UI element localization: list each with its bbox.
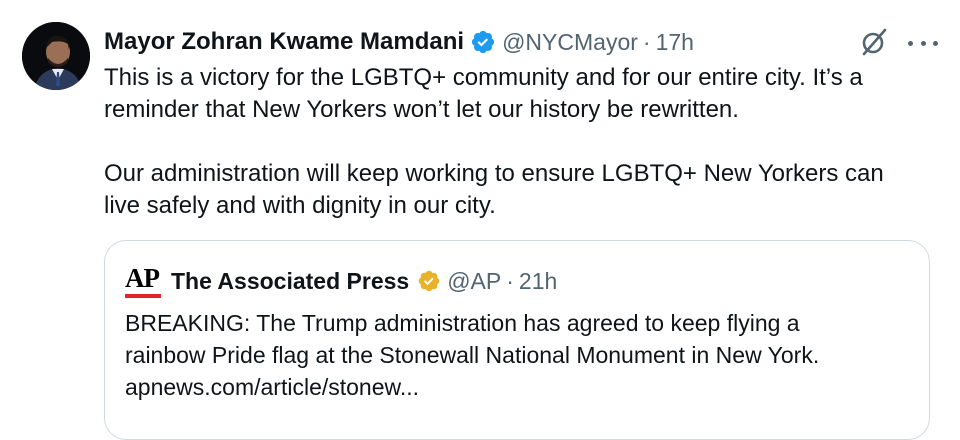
author-handle[interactable]: @NYCMayor bbox=[502, 29, 638, 56]
quoted-tweet-card[interactable]: AP The Associated Press @AP · 21h BREAKI… bbox=[104, 240, 930, 440]
separator-dot: · bbox=[642, 28, 651, 55]
avatar[interactable] bbox=[22, 22, 90, 90]
more-dot bbox=[933, 40, 938, 46]
gold-verified-badge-icon bbox=[418, 270, 440, 292]
tweet-timestamp[interactable]: 17h bbox=[656, 29, 694, 56]
more-options-icon[interactable] bbox=[908, 36, 938, 50]
more-dot bbox=[908, 40, 913, 46]
quoted-author-name[interactable]: The Associated Press bbox=[171, 268, 409, 295]
quoted-tweet-body: BREAKING: The Trump administration has a… bbox=[125, 307, 905, 403]
more-dot bbox=[920, 40, 926, 46]
tweet-body: This is a victory for the LGBTQ+ communi… bbox=[104, 62, 924, 222]
tweet-paragraph: This is a victory for the LGBTQ+ communi… bbox=[104, 64, 863, 123]
quoted-tweet-header: AP The Associated Press @AP · 21h bbox=[125, 263, 557, 299]
separator-dot: · bbox=[506, 267, 514, 294]
grok-icon[interactable] bbox=[858, 26, 890, 58]
quoted-author-handle[interactable]: @AP bbox=[447, 268, 501, 295]
quoted-tweet-timestamp[interactable]: 21h bbox=[519, 268, 557, 295]
quoted-text-line: BREAKING: The Trump administration has a… bbox=[125, 310, 800, 336]
tweet-header: Mayor Zohran Kwame Mamdani @NYCMayor · 1… bbox=[104, 22, 940, 62]
ap-logo-underline bbox=[125, 294, 161, 298]
verified-badge-icon bbox=[471, 30, 495, 54]
tweet-paragraph: Our administration will keep working to … bbox=[104, 160, 884, 219]
quoted-text-line: rainbow Pride flag at the Stonewall Nati… bbox=[125, 342, 820, 368]
ap-logo-text: AP bbox=[125, 263, 160, 293]
quoted-link[interactable]: apnews.com/article/stonew... bbox=[125, 371, 905, 403]
author-name[interactable]: Mayor Zohran Kwame Mamdani bbox=[104, 28, 464, 56]
ap-logo[interactable]: AP bbox=[125, 264, 163, 298]
